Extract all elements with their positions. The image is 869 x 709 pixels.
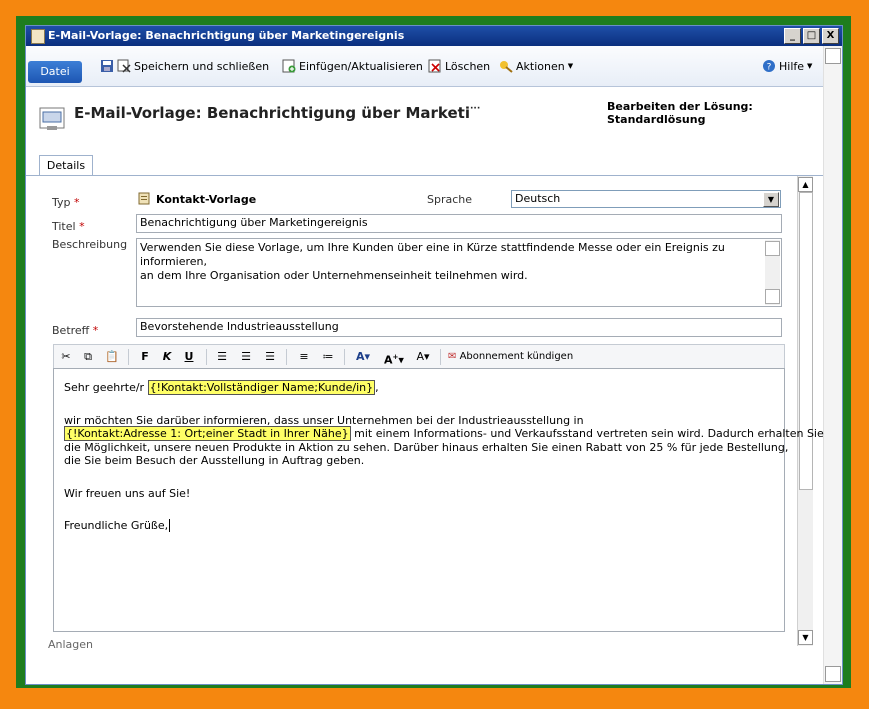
language-label: Sprache (427, 193, 473, 206)
insert-update-button[interactable]: Einfügen/Aktualisieren (282, 57, 423, 75)
description-label: Beschreibung (52, 238, 128, 251)
scroll-up-arrow[interactable]: ▲ (798, 177, 813, 192)
maximize-button[interactable]: □ (803, 28, 820, 44)
minimize-button[interactable]: _ (784, 28, 801, 44)
dynamic-field-name[interactable]: {!Kontakt:Vollständiger Name;Kunde/in} (147, 380, 376, 395)
body-line: die Sie beim Besuch der Ausstellung in A… (64, 454, 365, 467)
close-button[interactable]: X (822, 28, 839, 44)
insert-update-label: Einfügen/Aktualisieren (299, 59, 423, 73)
dynamic-field-city[interactable]: {!Kontakt:Adresse 1: Ort;einer Stadt in … (64, 426, 351, 441)
actions-label: Aktionen (516, 59, 565, 73)
chevron-down-icon[interactable]: ▼ (763, 192, 779, 207)
toolbar-separator (286, 349, 287, 365)
greeting-line: Sehr geehrte/r {!Kontakt:Vollständiger N… (64, 380, 379, 395)
description-field[interactable]: Verwenden Sie diese Vorlage, um Ihre Kun… (136, 238, 782, 307)
unsubscribe-label: Abonnement kündigen (459, 351, 574, 362)
contact-template-icon (138, 192, 150, 205)
chevron-down-icon: ▼ (567, 62, 574, 70)
tab-details[interactable]: Details (39, 155, 93, 176)
save-close-button[interactable]: Speichern und schließen (100, 57, 269, 75)
save-icon (101, 60, 113, 72)
body-line: {!Kontakt:Adresse 1: Ort;einer Stadt in … (64, 426, 824, 441)
type-value: Kontakt-Vorlage (156, 193, 257, 206)
delete-button[interactable]: Löschen (428, 57, 490, 75)
title-label: Titel * (52, 220, 85, 233)
toolbar-separator (128, 349, 129, 365)
font-color-icon[interactable]: A▾ (352, 349, 374, 365)
copy-icon[interactable]: ⧉ (80, 349, 96, 365)
subject-field[interactable]: Bevorstehende Industrieausstellung (136, 318, 782, 337)
email-body-editor[interactable]: Sehr geehrte/r {!Kontakt:Vollständiger N… (53, 368, 824, 632)
actions-menu[interactable]: Aktionen ▼ (499, 57, 573, 75)
subject-label: Betreff * (52, 324, 99, 337)
toolbar-separator (440, 349, 441, 365)
form-scrollbar[interactable]: ▲ ▼ (797, 176, 813, 646)
signoff-line: Freundliche Grüße, (64, 519, 171, 532)
solution-label: Bearbeiten der Lösung: Standardlösung (607, 100, 753, 126)
description-scrollbar[interactable] (765, 240, 780, 305)
help-label: Hilfe (779, 59, 805, 73)
toolbar-separator (344, 349, 345, 365)
align-left-icon[interactable]: ☰ (214, 349, 230, 365)
font-style-icon[interactable]: A▾ (412, 349, 434, 365)
form-title: E-Mail-Vorlage: Benachrichtigung über Ma… (74, 104, 481, 122)
closing-line: Wir freuen uns auf Sie! (64, 487, 191, 500)
italic-button[interactable]: K (160, 349, 174, 365)
bullet-list-icon[interactable]: ≔ (320, 349, 336, 365)
scroll-down-box[interactable] (765, 289, 780, 304)
underline-button[interactable]: U (182, 349, 196, 365)
insert-icon (282, 59, 296, 73)
font-size-icon[interactable]: A+▾ (382, 349, 406, 367)
align-right-icon[interactable]: ☰ (262, 349, 278, 365)
save-close-icon (117, 59, 131, 73)
window-scrollbar[interactable] (823, 46, 842, 684)
delete-label: Löschen (445, 59, 491, 73)
file-tab[interactable]: Datei (28, 61, 82, 83)
scroll-box-top[interactable] (825, 48, 841, 64)
numbered-list-icon[interactable]: ≡ (296, 349, 312, 365)
delete-icon (428, 59, 441, 73)
scroll-box-bottom[interactable] (825, 666, 841, 682)
bold-button[interactable]: F (138, 349, 152, 365)
align-center-icon[interactable]: ☰ (238, 349, 254, 365)
scroll-thumb[interactable] (799, 192, 813, 490)
email-template-icon (39, 107, 65, 130)
window-controls: _ □ X (784, 28, 839, 44)
type-label: Typ * (52, 196, 80, 209)
tab-divider (26, 175, 823, 176)
scroll-down-arrow[interactable]: ▼ (798, 630, 813, 645)
document-icon (31, 29, 45, 44)
window-title: E-Mail-Vorlage: Benachrichtigung über Ma… (48, 29, 405, 42)
actions-icon (500, 61, 513, 73)
scroll-up-box[interactable] (765, 241, 780, 256)
title-bar[interactable]: E-Mail-Vorlage: Benachrichtigung über Ma… (26, 26, 842, 46)
email-template-window: E-Mail-Vorlage: Benachrichtigung über Ma… (25, 25, 843, 685)
help-menu[interactable]: ? Hilfe ▼ (762, 57, 812, 75)
title-field[interactable]: Benachrichtigung über Marketingereignis (136, 214, 782, 233)
body-line: die Möglichkeit, unsere neuen Produkte i… (64, 441, 789, 454)
paste-icon[interactable]: 📋 (104, 349, 120, 365)
editor-toolbar: ✂ ⧉ 📋 F K U ☰ ☰ ☰ ≡ ≔ A▾ A+▾ A▾ ✉ Abonne… (53, 344, 785, 370)
cut-icon[interactable]: ✂ (58, 349, 74, 365)
toolbar-separator (206, 349, 207, 365)
unsubscribe-button[interactable]: ✉ Abonnement kündigen (448, 349, 588, 365)
description-line: an dem Ihre Organisation oder Unternehme… (140, 269, 528, 282)
description-line: Verwenden Sie diese Vorlage, um Ihre Kun… (140, 241, 725, 268)
language-value: Deutsch (515, 192, 561, 205)
attachments-section-label: Anlagen (48, 638, 94, 651)
help-icon: ? (763, 60, 775, 73)
language-select[interactable]: Deutsch ▼ (511, 190, 781, 208)
svg-text:?: ? (767, 63, 772, 73)
save-close-label: Speichern und schließen (134, 59, 270, 73)
unsubscribe-icon: ✉ (448, 351, 457, 362)
chevron-down-icon: ▼ (807, 62, 813, 70)
